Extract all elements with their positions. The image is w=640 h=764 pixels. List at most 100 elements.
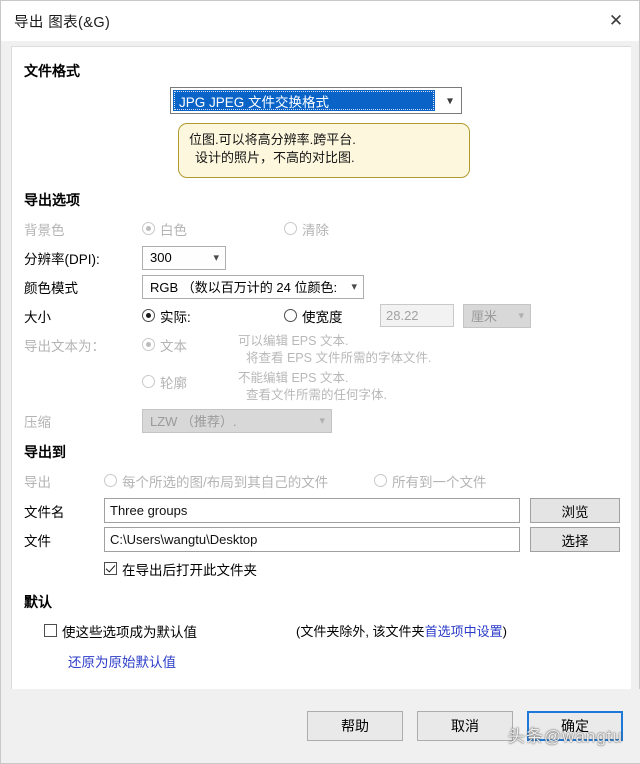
title-bar: 导出 图表(&G) ✕ bbox=[1, 1, 639, 41]
compression-value: LZW （推荐）. bbox=[150, 414, 237, 430]
checkbox-indicator bbox=[44, 624, 57, 638]
radio-indicator bbox=[374, 474, 387, 488]
window-title: 导出 图表(&G) bbox=[14, 14, 111, 31]
radio-indicator bbox=[142, 338, 155, 352]
description-line-2: 设计的照片，不高的对比图. bbox=[195, 150, 355, 166]
chevron-down-icon: ▾ bbox=[518, 308, 524, 322]
folder-row: 文件 C:\Users\wangtu\Desktop 选择 bbox=[24, 527, 631, 553]
filename-row: 文件名 Three groups 浏览 bbox=[24, 498, 631, 524]
color-mode-dropdown[interactable]: RGB （数以百万计的 24 位颜色: ▾ bbox=[142, 274, 364, 299]
export-text-outline-label: 轮廓 bbox=[160, 375, 187, 391]
resolution-row: 分辨率(DPI): 300 ▾ bbox=[24, 245, 631, 271]
browse-button[interactable]: 浏览 bbox=[530, 498, 620, 524]
open-after-export-label: 在导出后打开此文件夹 bbox=[122, 562, 257, 578]
compression-label: 压缩 bbox=[24, 414, 51, 430]
export-all-one-file-radio[interactable]: 所有到一个文件 bbox=[374, 471, 487, 491]
color-mode-label: 颜色模式 bbox=[24, 280, 78, 296]
filename-value: Three groups bbox=[110, 503, 188, 519]
resolution-label: 分辨率(DPI): bbox=[24, 251, 100, 267]
file-format-description: 位图.可以将高分辨率.跨平台. 设计的照片，不高的对比图. bbox=[178, 123, 470, 178]
export-text-outline-hint: 不能编辑 EPS 文本. 查看文件所需的任何字体. bbox=[238, 370, 387, 404]
defaults-heading: 默认 bbox=[24, 593, 52, 610]
size-row: 大小 实际: 使宽度 28.22 厘米 ▾ bbox=[24, 303, 631, 329]
select-folder-button[interactable]: 选择 bbox=[530, 527, 620, 553]
export-destination-label: 导出 bbox=[24, 474, 51, 490]
restore-defaults-row: 还原为原始默认值 bbox=[24, 648, 631, 674]
defaults-note-suffix: ) bbox=[502, 624, 507, 640]
export-text-text-hint-2: 将查看 EPS 文件所需的字体文件. bbox=[246, 350, 432, 365]
chevron-down-icon: ▾ bbox=[446, 92, 453, 107]
filename-input[interactable]: Three groups bbox=[104, 498, 520, 524]
export-destination-row: 导出 每个所选的图/布局到其自己的文件 所有到一个文件 bbox=[24, 468, 631, 494]
make-default-checkbox[interactable]: 使这些选项成为默认值 bbox=[44, 621, 296, 641]
close-icon[interactable]: ✕ bbox=[593, 1, 639, 41]
folder-label: 文件 bbox=[24, 533, 51, 549]
radio-indicator bbox=[142, 309, 155, 323]
folder-input[interactable]: C:\Users\wangtu\Desktop bbox=[104, 527, 520, 553]
file-format-dropdown[interactable]: JPG JPEG 文件交换格式 ▾ bbox=[170, 87, 462, 114]
cancel-button[interactable]: 取消 bbox=[417, 711, 513, 741]
checkbox-indicator bbox=[104, 562, 117, 576]
size-unit-value: 厘米 bbox=[471, 309, 498, 325]
compression-dropdown[interactable]: LZW （推荐）. ▾ bbox=[142, 408, 332, 433]
ok-button[interactable]: 确定 bbox=[527, 711, 623, 741]
chevron-down-icon: ▾ bbox=[213, 250, 219, 264]
description-line-1: 位图.可以将高分辨率.跨平台. bbox=[189, 132, 356, 147]
radio-indicator bbox=[284, 309, 297, 323]
restore-defaults-link[interactable]: 还原为原始默认值 bbox=[68, 651, 176, 671]
export-outline-row: 轮廓 不能编辑 EPS 文本. 查看文件所需的任何字体. bbox=[24, 370, 631, 404]
size-actual-label: 实际: bbox=[160, 309, 191, 325]
size-width-radio[interactable]: 使宽度 bbox=[284, 306, 380, 326]
export-to-heading: 导出到 bbox=[24, 443, 66, 460]
export-text-outline-hint-1: 不能编辑 EPS 文本. bbox=[238, 370, 349, 385]
resolution-dropdown[interactable]: 300 ▾ bbox=[142, 245, 226, 270]
export-text-as-row: 导出文本为： 文本 可以编辑 EPS 文本. 将查看 EPS 文件所需的字体文件… bbox=[24, 333, 631, 367]
open-after-export-row: 在导出后打开此文件夹 bbox=[24, 556, 631, 582]
file-format-selected-value: JPG JPEG 文件交换格式 bbox=[173, 90, 435, 111]
radio-indicator bbox=[104, 474, 117, 488]
defaults-note-prefix: (文件夹除外, 该文件夹 bbox=[296, 624, 425, 640]
radio-indicator bbox=[142, 375, 155, 389]
export-text-outline-hint-2: 查看文件所需的任何字体. bbox=[246, 387, 387, 402]
export-options-heading: 导出选项 bbox=[24, 191, 80, 208]
export-per-file-radio[interactable]: 每个所选的图/布局到其自己的文件 bbox=[104, 471, 374, 491]
export-text-outline-radio[interactable]: 轮廓 bbox=[142, 370, 238, 392]
radio-indicator bbox=[284, 222, 297, 236]
size-width-value: 28.22 bbox=[386, 308, 419, 324]
size-width-label: 使宽度 bbox=[302, 309, 343, 325]
compression-row: 压缩 LZW （推荐）. ▾ bbox=[24, 408, 631, 434]
size-actual-radio[interactable]: 实际: bbox=[142, 306, 284, 326]
background-clear-label: 清除 bbox=[302, 222, 329, 238]
help-button[interactable]: 帮助 bbox=[307, 711, 403, 741]
color-mode-value: RGB （数以百万计的 24 位颜色: bbox=[150, 280, 338, 296]
dialog-footer: 帮助 取消 确定 bbox=[1, 689, 640, 763]
folder-value: C:\Users\wangtu\Desktop bbox=[110, 532, 258, 548]
size-width-input[interactable]: 28.22 bbox=[380, 304, 454, 328]
export-text-text-label: 文本 bbox=[160, 338, 187, 354]
color-mode-row: 颜色模式 RGB （数以百万计的 24 位颜色: ▾ bbox=[24, 274, 631, 300]
size-label: 大小 bbox=[24, 309, 51, 325]
background-white-radio[interactable]: 白色 bbox=[142, 219, 284, 239]
export-text-as-label: 导出文本为： bbox=[24, 338, 105, 354]
preferences-link[interactable]: 首选项中设置 bbox=[425, 624, 503, 639]
dialog-body: 文件格式 JPG JPEG 文件交换格式 ▾ 位图.可以将高分辨率.跨平台. 设… bbox=[11, 46, 631, 691]
export-text-text-radio[interactable]: 文本 bbox=[142, 333, 238, 355]
chevron-down-icon: ▾ bbox=[351, 279, 357, 293]
open-after-export-checkbox[interactable]: 在导出后打开此文件夹 bbox=[104, 559, 257, 579]
export-dialog: 导出 图表(&G) ✕ 文件格式 JPG JPEG 文件交换格式 ▾ 位图.可以… bbox=[0, 0, 640, 764]
background-white-label: 白色 bbox=[160, 222, 187, 238]
background-color-row: 背景色 白色 清除 bbox=[24, 216, 631, 242]
make-default-row: 使这些选项成为默认值 (文件夹除外, 该文件夹首选项中设置) bbox=[24, 618, 631, 644]
make-default-label: 使这些选项成为默认值 bbox=[62, 624, 197, 640]
filename-label: 文件名 bbox=[24, 504, 65, 520]
defaults-note: (文件夹除外, 该文件夹首选项中设置) bbox=[296, 621, 507, 640]
size-unit-dropdown[interactable]: 厘米 ▾ bbox=[463, 303, 531, 328]
chevron-down-icon: ▾ bbox=[319, 413, 325, 427]
export-all-one-file-label: 所有到一个文件 bbox=[392, 474, 487, 490]
export-per-file-label: 每个所选的图/布局到其自己的文件 bbox=[122, 474, 329, 490]
resolution-value: 300 bbox=[150, 250, 172, 266]
background-clear-radio[interactable]: 清除 bbox=[284, 219, 329, 239]
file-format-heading: 文件格式 bbox=[24, 63, 80, 79]
radio-indicator bbox=[142, 222, 155, 236]
export-text-text-hint-1: 可以编辑 EPS 文本. bbox=[238, 333, 349, 348]
